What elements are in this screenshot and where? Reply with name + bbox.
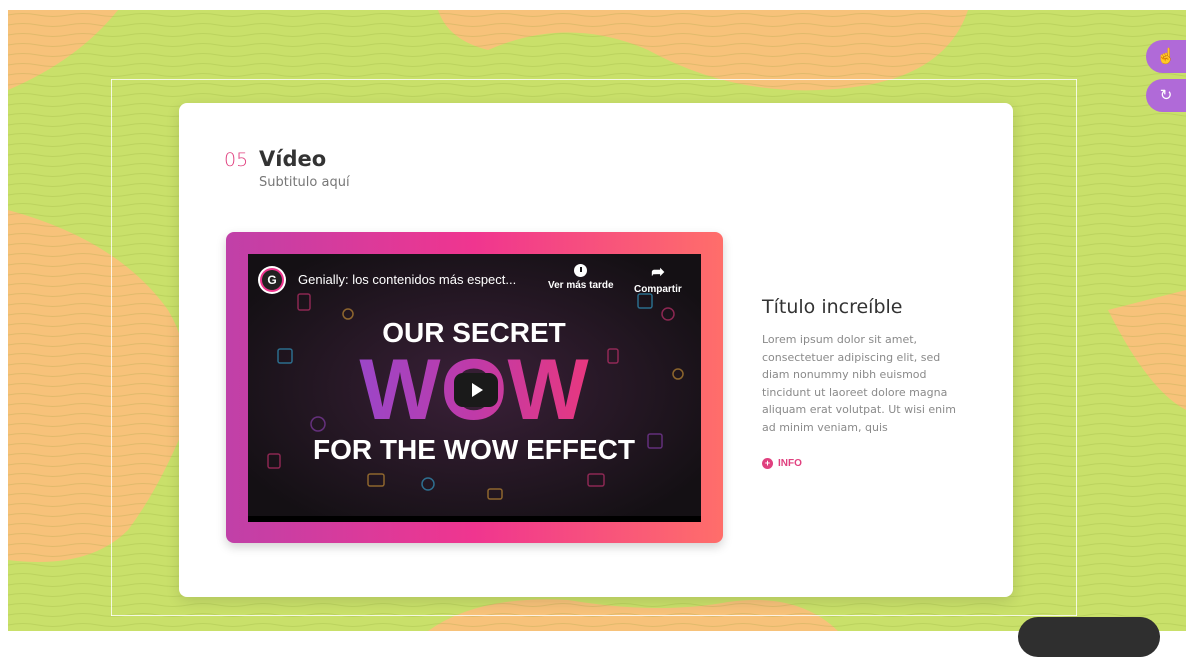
canvas-stage: 05 Vídeo Subtitulo aquí OUR SECRET FOR T… [8, 10, 1186, 631]
frame-border-top [111, 79, 1077, 80]
section-number: 05 [224, 149, 249, 171]
info-label: INFO [778, 458, 802, 469]
thumbnail-line-2: FOR THE WOW EFFECT [313, 434, 635, 465]
side-panel-body: Lorem ipsum dolor sit amet, consectetuer… [762, 333, 956, 434]
youtube-embed[interactable]: OUR SECRET WOW FOR THE WOW EFFECT G Geni… [248, 254, 701, 522]
section-title: Vídeo [259, 147, 327, 171]
video-frame: OUR SECRET WOW FOR THE WOW EFFECT G Geni… [226, 232, 723, 543]
clock-icon [574, 264, 588, 277]
side-panel-title: Título increíble [762, 296, 903, 318]
video-title[interactable]: Genially: los contenidos más espect... [298, 272, 516, 287]
bottom-toolbar-tab[interactable] [1018, 617, 1160, 657]
content-card: 05 Vídeo Subtitulo aquí OUR SECRET FOR T… [179, 103, 1013, 597]
frame-border-left [111, 79, 112, 616]
tap-tool-button[interactable]: ↻ [1146, 79, 1186, 112]
share-button[interactable]: ➦ Compartir [634, 264, 682, 295]
info-link[interactable]: + INFO [762, 458, 802, 469]
share-label: Compartir [634, 284, 682, 295]
share-arrow-icon: ➦ [651, 264, 665, 281]
hand-pointer-tool-button[interactable]: ☝ [1146, 40, 1186, 73]
watch-later-button[interactable]: Ver más tarde [548, 264, 614, 291]
play-button[interactable] [454, 373, 498, 407]
section-subtitle: Subtitulo aquí [259, 175, 350, 190]
watch-later-label: Ver más tarde [548, 280, 614, 291]
plus-circle-icon: + [762, 458, 773, 469]
channel-avatar[interactable]: G [258, 266, 286, 294]
play-icon [472, 383, 483, 397]
hand-pointer-icon: ☝ [1156, 48, 1176, 65]
tap-icon: ↻ [1159, 87, 1173, 104]
genially-logo-icon: G [262, 270, 282, 290]
frame-border-bottom [111, 615, 1077, 616]
frame-border-right [1076, 79, 1077, 616]
